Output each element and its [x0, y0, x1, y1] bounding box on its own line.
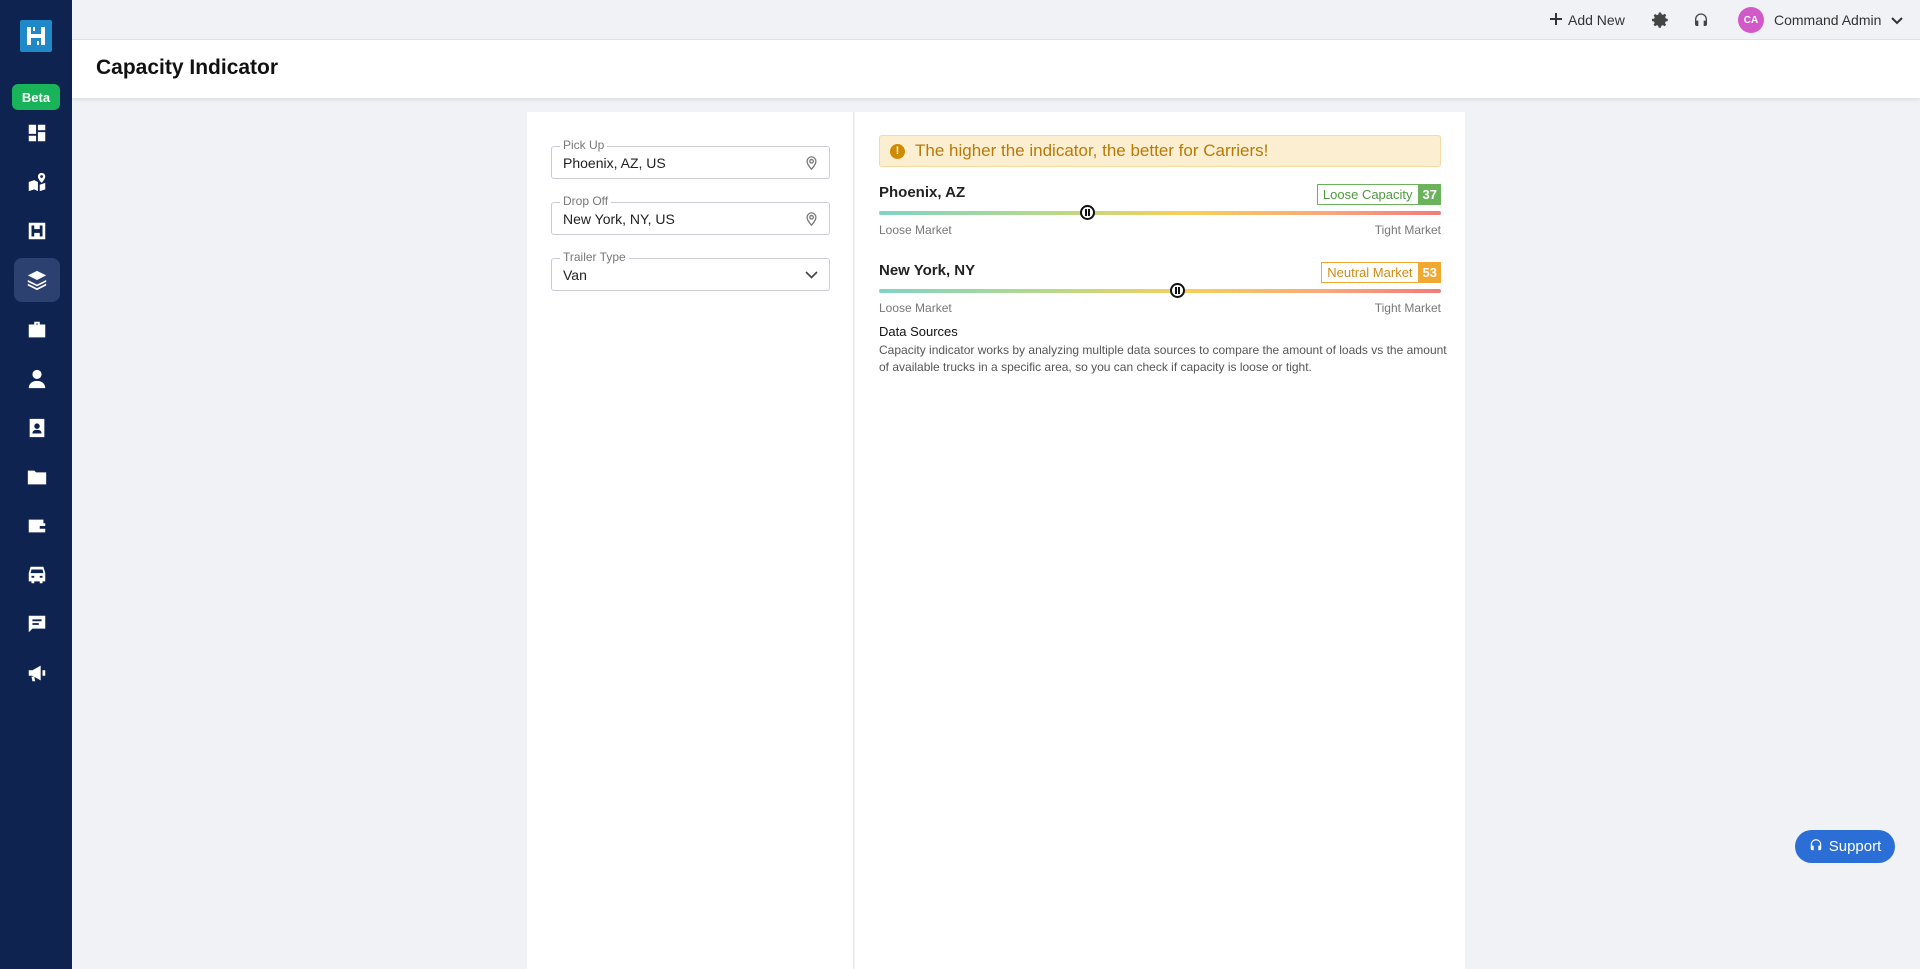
user-name: Command Admin — [1774, 12, 1882, 28]
sidebar-item-contacts[interactable] — [14, 406, 60, 450]
indicator-marker — [1079, 205, 1095, 220]
top-bar: Add New CA Command Admin — [72, 0, 1920, 40]
support-label: Support — [1828, 838, 1882, 855]
driver-icon — [28, 369, 46, 389]
location-pin-icon — [803, 155, 819, 171]
megaphone-icon — [28, 665, 46, 682]
chat-icon — [28, 615, 46, 633]
data-sources-text: Capacity indicator works by analyzing mu… — [879, 343, 1447, 374]
sidebar-item-billing[interactable] — [14, 504, 60, 548]
sidebar-item-drivers[interactable] — [14, 357, 60, 401]
wallet-icon — [28, 519, 46, 533]
headset-icon — [1809, 838, 1823, 856]
tight-market-label: Tight Market — [1374, 223, 1441, 237]
dashboard-icon — [28, 124, 46, 142]
capacity-gradient-bar — [879, 205, 1441, 220]
info-alert: ! The higher the indicator, the better f… — [879, 135, 1441, 167]
pickup-label: Pick Up — [560, 138, 608, 152]
capacity-gradient-bar — [879, 283, 1441, 298]
pickup-value: Phoenix, AZ, US — [563, 155, 666, 171]
pickup-field[interactable]: Pick Up Phoenix, AZ, US — [551, 138, 830, 179]
chevron-down-icon — [803, 267, 819, 283]
folder-icon — [27, 470, 47, 485]
sidebar-item-documents[interactable] — [14, 455, 60, 499]
dropoff-label: Drop Off — [560, 194, 612, 208]
status-badge: Loose Capacity 37 — [1316, 184, 1441, 205]
gear-icon[interactable] — [1650, 9, 1672, 31]
dropoff-field[interactable]: Drop Off New York, NY, US — [551, 194, 830, 235]
alert-text: The higher the indicator, the better for… — [915, 141, 1269, 160]
page-title: Capacity Indicator — [96, 56, 279, 79]
sidebar-item-announcements[interactable] — [14, 651, 60, 695]
beta-badge: Beta — [12, 84, 60, 110]
page-header: Capacity Indicator — [72, 40, 1920, 98]
trailer-type-select[interactable]: Trailer Type Van — [551, 250, 830, 291]
plus-icon — [1550, 12, 1562, 28]
sidebar-item-tracking[interactable] — [14, 160, 60, 204]
sidebar-item-fleet[interactable] — [14, 553, 60, 597]
chevron-down-icon — [1891, 12, 1904, 28]
market-city: New York, NY — [879, 262, 976, 279]
map-pin-route-icon — [28, 172, 46, 192]
trailer-type-label: Trailer Type — [560, 250, 629, 264]
tight-market-label: Tight Market — [1374, 301, 1441, 315]
capacity-indicator-panel: ! The higher the indicator, the better f… — [855, 112, 1465, 969]
headset-icon[interactable] — [1690, 9, 1712, 31]
search-form-panel: Pick Up Phoenix, AZ, US Drop Off New Yor… — [527, 112, 854, 969]
sidebar-item-dashboard[interactable] — [14, 111, 60, 155]
contacts-icon — [29, 418, 45, 438]
market-city: Phoenix, AZ — [879, 184, 966, 201]
briefcase-icon — [28, 321, 46, 338]
sidebar-item-capacity[interactable] — [14, 258, 60, 302]
sidebar-item-jobs[interactable] — [14, 308, 60, 352]
status-badge-value: 37 — [1418, 184, 1441, 205]
support-button[interactable]: Support — [1795, 830, 1895, 863]
add-new-button[interactable]: Add New — [1550, 9, 1625, 31]
app-logo-icon[interactable] — [20, 20, 52, 52]
trailer-type-value: Van — [563, 267, 587, 283]
exclamation-icon: ! — [890, 143, 905, 159]
add-new-label: Add New — [1568, 12, 1625, 28]
load-board-icon — [28, 222, 46, 240]
loose-market-label: Loose Market — [879, 301, 952, 315]
data-sources-title: Data Sources — [879, 324, 958, 339]
user-menu[interactable]: CA Command Admin — [1738, 7, 1904, 33]
sidebar-item-loads[interactable] — [14, 209, 60, 253]
status-badge-value: 53 — [1418, 262, 1441, 283]
status-badge: Neutral Market 53 — [1321, 262, 1441, 283]
status-badge-label: Loose Capacity — [1316, 184, 1419, 205]
status-badge-label: Neutral Market — [1321, 262, 1419, 283]
layers-icon — [27, 270, 47, 291]
truck-icon — [28, 566, 46, 584]
dropoff-value: New York, NY, US — [563, 211, 675, 227]
avatar: CA — [1738, 7, 1764, 33]
indicator-marker — [1169, 283, 1185, 298]
sidebar-item-messages[interactable] — [14, 602, 60, 646]
sidebar: Beta — [0, 0, 72, 969]
location-pin-icon — [803, 211, 819, 227]
loose-market-label: Loose Market — [879, 223, 952, 237]
